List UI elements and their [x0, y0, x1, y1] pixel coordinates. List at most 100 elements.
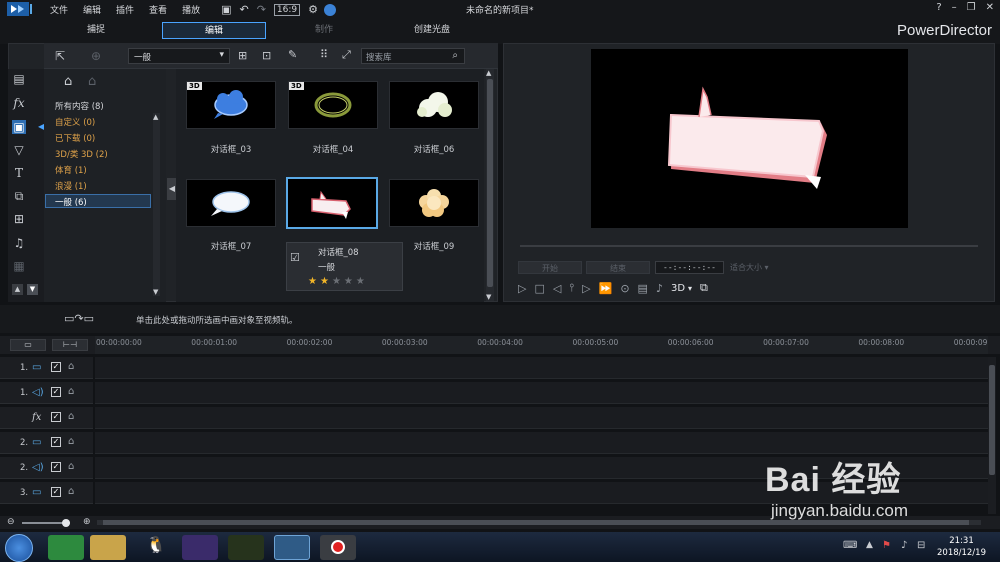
undo-icon[interactable]: ↶ [239, 3, 248, 16]
star-filled-icon[interactable]: ★ [320, 276, 332, 287]
media-room-icon[interactable]: ▤ [12, 72, 26, 86]
track-header-fx[interactable]: fx ✓ ⌂ [0, 407, 93, 429]
next-frame-icon[interactable]: ▷ [582, 282, 590, 295]
undock-preview-icon[interactable]: ⧉ [700, 281, 708, 295]
track-enable-checkbox[interactable]: ✓ [51, 437, 61, 447]
track-enable-checkbox[interactable]: ✓ [51, 362, 61, 372]
tab-create-disc[interactable]: 创建光盘 [380, 22, 484, 39]
track-header-audio[interactable]: 2. ◁) ✓ ⌂ [0, 457, 93, 479]
fit-size-select[interactable]: 适合大小 ▾ [730, 262, 769, 273]
category-scrollbar[interactable]: ▲ ▼ [153, 113, 160, 296]
ratio-icon[interactable]: 16:9 [273, 3, 301, 16]
thumbnail-dialog-07[interactable] [186, 179, 276, 227]
lock-icon[interactable]: ⌂ [68, 436, 74, 447]
track-lane-video[interactable] [95, 432, 988, 454]
lock-icon[interactable]: ⌂ [68, 411, 74, 422]
add-to-timeline-icon[interactable]: ⊞ [238, 49, 247, 62]
tooltip-rating[interactable]: ★ ★ ★ ★ ★ [308, 276, 368, 287]
insert-icon[interactable]: ⊡ [262, 49, 271, 62]
track-lane-video[interactable] [95, 357, 988, 379]
menu-view[interactable]: 查看 [149, 3, 167, 16]
category-custom[interactable]: 自定义 (0) [55, 116, 95, 128]
track-enable-checkbox[interactable]: ✓ [51, 462, 61, 472]
tray-network-icon[interactable]: ⊟ [917, 540, 925, 551]
split-icon[interactable]: ⫯ [569, 281, 574, 295]
taskbar-app-icon[interactable] [228, 535, 264, 560]
audio-mix-room-icon[interactable]: ⊞ [12, 212, 26, 226]
pip-room-icon[interactable]: ▣ [12, 120, 26, 134]
menu-plugins[interactable]: 插件 [116, 3, 134, 16]
help-icon[interactable]: ? [936, 2, 941, 13]
filter-select[interactable]: 一般 ▾ [128, 48, 230, 64]
title-room-icon[interactable]: T [12, 166, 26, 180]
lock-icon[interactable]: ⌂ [68, 461, 74, 472]
stop-icon[interactable]: □ [534, 282, 544, 295]
mark-in-button[interactable]: 开始 [518, 261, 582, 274]
delete-tag-icon[interactable]: ⌂ [88, 74, 96, 89]
timeline-vscroll[interactable] [988, 357, 996, 514]
grid-view-icon[interactable]: ⠿ [320, 48, 328, 61]
tab-capture[interactable]: 捕捉 [40, 22, 152, 39]
snapshot-icon[interactable]: ⊙ [620, 282, 629, 295]
track-header-audio[interactable]: 1. ◁) ✓ ⌂ [0, 382, 93, 404]
lock-icon[interactable]: ⌂ [68, 361, 74, 372]
track-lane-fx[interactable] [95, 407, 988, 429]
grid-scrollbar[interactable]: ▲ ▼ [486, 69, 494, 301]
rail-down-icon[interactable]: ▼ [27, 284, 38, 295]
taskbar-recorder-icon[interactable] [320, 535, 356, 560]
3d-mode-button[interactable]: 3D [671, 283, 685, 294]
track-header-video[interactable]: 3. ▭ ✓ ⌂ [0, 482, 93, 504]
search-icon[interactable]: ⌕ [452, 50, 458, 61]
fit-timeline-button[interactable]: ⊢⊣ [52, 339, 88, 351]
import-icon[interactable]: ⇱ [55, 49, 65, 63]
thumbnail-dialog-09[interactable] [389, 179, 479, 227]
thumbnail-dialog-04[interactable]: 3D [288, 81, 378, 129]
tray-expand-icon[interactable]: ▲ [866, 540, 873, 550]
redo-icon[interactable]: ↷ [257, 3, 266, 16]
taskbar-firefox-icon[interactable] [182, 535, 218, 560]
grid-scroll-thumb[interactable] [487, 79, 493, 287]
search-input[interactable]: 搜索库 [366, 51, 392, 63]
star-empty-icon[interactable]: ★ [332, 276, 344, 287]
tray-volume-icon[interactable]: ♪ [901, 540, 907, 551]
timeline-vscroll-thumb[interactable] [989, 365, 995, 475]
star-empty-icon[interactable]: ★ [344, 276, 356, 287]
track-enable-checkbox[interactable]: ✓ [51, 387, 61, 397]
scroll-up-icon[interactable]: ▲ [486, 69, 491, 77]
menu-file[interactable]: 文件 [50, 3, 68, 16]
taskbar-refresh-app-icon[interactable] [48, 535, 84, 560]
star-empty-icon[interactable]: ★ [356, 276, 368, 287]
tab-edit[interactable]: 编辑 [162, 22, 266, 39]
scroll-up-icon[interactable]: ▲ [153, 113, 158, 121]
add-tag-icon[interactable]: ⌂ [64, 74, 72, 89]
track-manager-button[interactable]: ▭ [10, 339, 46, 351]
chapter-room-icon[interactable]: ▦ [12, 259, 26, 273]
taskbar-qq-icon[interactable]: 🐧 [136, 535, 172, 560]
lock-icon[interactable]: ⌂ [68, 486, 74, 497]
prev-frame-icon[interactable]: ◁ [553, 282, 561, 295]
fast-forward-icon[interactable]: ⏩ [599, 282, 613, 295]
lock-icon[interactable]: ⌂ [68, 386, 74, 397]
pip-track-icon[interactable]: ▭↷▭ [64, 312, 94, 325]
search-box[interactable]: 搜索库 ⌕ [361, 48, 465, 64]
plugin-icon[interactable]: ⊕ [91, 49, 101, 63]
thumbnail-dialog-08[interactable] [286, 177, 378, 229]
category-3d[interactable]: 3D/类 3D (2) [55, 148, 108, 160]
track-header-video[interactable]: 1. ▭ ✓ ⌂ [0, 357, 93, 379]
pencil-icon[interactable]: ✎ [288, 48, 297, 61]
mark-out-button[interactable]: 结束 [586, 261, 650, 274]
thumbnail-dialog-06[interactable] [389, 81, 479, 129]
category-sports[interactable]: 体育 (1) [55, 164, 87, 176]
fx-room-icon[interactable]: fx [12, 96, 26, 110]
account-icon[interactable] [324, 3, 337, 16]
expand-icon[interactable]: ⤢ [342, 48, 351, 62]
zoom-slider[interactable] [22, 519, 70, 527]
play-icon[interactable]: ▷ [518, 282, 526, 295]
zoom-in-icon[interactable]: ⊕ [83, 517, 91, 527]
particle-room-icon[interactable]: ▽ [12, 143, 26, 157]
menu-play[interactable]: 播放 [182, 3, 200, 16]
track-enable-checkbox[interactable]: ✓ [51, 412, 61, 422]
minimize-icon[interactable]: – [952, 2, 957, 13]
menu-edit[interactable]: 编辑 [83, 3, 101, 16]
taskbar-explorer-icon[interactable] [90, 535, 126, 560]
